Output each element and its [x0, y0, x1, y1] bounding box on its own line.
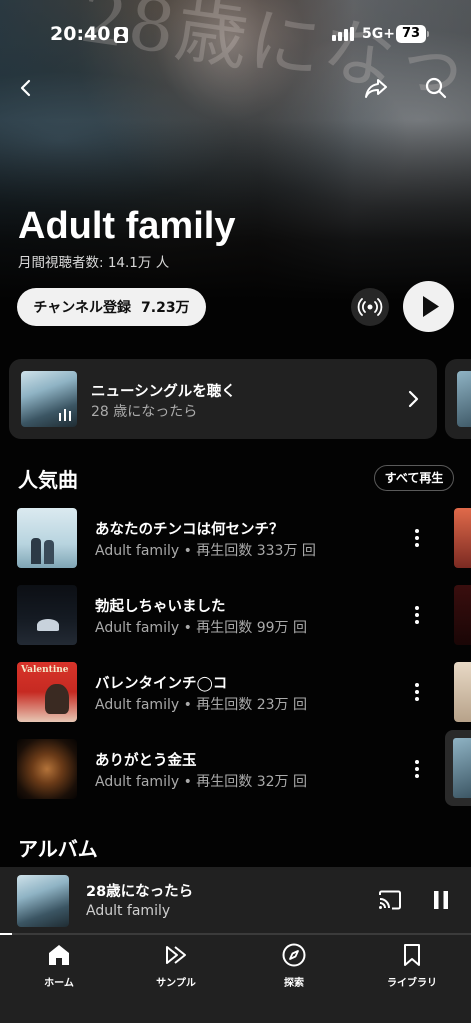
subscribe-button[interactable]: チャンネル登録 7.23万 — [17, 288, 206, 326]
home-icon — [49, 945, 69, 965]
nav-explore-label: 探索 — [284, 978, 304, 989]
radio-button[interactable] — [351, 288, 389, 326]
song-title: あなたのチンコは何センチ？ — [95, 522, 284, 538]
nav-library-label: ライブラリ — [387, 978, 437, 989]
play-button[interactable] — [403, 281, 454, 332]
song-title: ありがとう金玉 — [95, 753, 197, 769]
peek-card — [445, 730, 471, 806]
popular-songs-heading: 人気曲 — [18, 468, 78, 492]
nav-library[interactable]: ライブラリ — [367, 942, 457, 989]
nav-samples-label: サンプル — [156, 978, 196, 989]
cast-button[interactable] — [377, 889, 403, 911]
search-button[interactable] — [424, 76, 448, 100]
back-arrow-icon — [20, 79, 31, 97]
monthly-listeners: 月間視聴者数: 14.1万 人 — [18, 255, 170, 271]
nav-explore[interactable]: 探索 — [249, 942, 339, 989]
library-icon — [404, 944, 420, 966]
artist-name: Adult family — [18, 205, 236, 247]
song-title: 勃起しちゃいました — [95, 599, 226, 615]
peek-thumbnail — [454, 508, 471, 568]
pause-icon — [434, 891, 448, 909]
song-meta: Adult family • 再生回数 32万 回 — [95, 774, 308, 790]
battery-indicator: 73 — [396, 25, 426, 43]
status-time: 20:40 — [50, 23, 111, 45]
cellular-signal-icon — [332, 27, 356, 41]
now-playing-artist: Adult family — [86, 903, 171, 919]
now-playing-thumbnail — [17, 875, 69, 927]
peek-thumbnail — [454, 662, 471, 722]
song-thumbnail — [17, 508, 77, 568]
focus-person-icon — [114, 27, 128, 43]
radio-broadcast-icon — [357, 298, 383, 316]
samples-icon — [166, 946, 186, 964]
share-icon — [365, 79, 387, 98]
next-card-thumbnail — [457, 371, 471, 427]
albums-heading: アルバム — [18, 837, 98, 861]
single-card-title: ニューシングルを聴く — [91, 384, 236, 400]
next-card-peek[interactable] — [445, 359, 471, 439]
song-thumbnail: Valentine — [17, 662, 77, 722]
battery-tip — [427, 31, 429, 37]
equalizer-icon — [59, 409, 73, 421]
song-meta: Adult family • 再生回数 23万 回 — [95, 697, 308, 713]
cast-icon — [379, 890, 401, 910]
explore-icon — [282, 943, 306, 967]
chevron-right-icon — [404, 388, 424, 410]
more-options-icon[interactable] — [407, 757, 427, 781]
now-playing-title: 28歳になったら — [86, 884, 194, 900]
more-options-icon[interactable] — [407, 603, 427, 627]
song-thumbnail — [17, 739, 77, 799]
play-icon — [423, 296, 439, 317]
single-thumbnail — [21, 371, 77, 427]
peek-thumbnail — [454, 585, 471, 645]
song-meta: Adult family • 再生回数 333万 回 — [95, 543, 316, 559]
status-bar: 20:40 5G+ 73 — [0, 0, 471, 70]
search-icon — [425, 77, 447, 99]
song-title: バレンタインチ◯コ — [95, 676, 228, 692]
pause-button[interactable] — [432, 889, 450, 911]
subscribe-label: チャンネル登録 — [33, 300, 132, 316]
more-options-icon[interactable] — [407, 680, 427, 704]
back-button[interactable] — [14, 76, 38, 100]
nav-home-label: ホーム — [44, 978, 74, 989]
share-button[interactable] — [363, 76, 389, 100]
network-type: 5G+ — [362, 26, 395, 42]
song-meta: Adult family • 再生回数 99万 回 — [95, 620, 308, 636]
nav-samples[interactable]: サンプル — [131, 942, 221, 989]
single-card-subtitle: 28 歳になったら — [91, 404, 198, 420]
nav-home[interactable]: ホーム — [14, 942, 104, 989]
play-all-button[interactable]: すべて再生 — [374, 465, 454, 491]
song-thumbnail — [17, 585, 77, 645]
more-options-icon[interactable] — [407, 526, 427, 550]
subscriber-count: 7.23万 — [141, 300, 190, 316]
